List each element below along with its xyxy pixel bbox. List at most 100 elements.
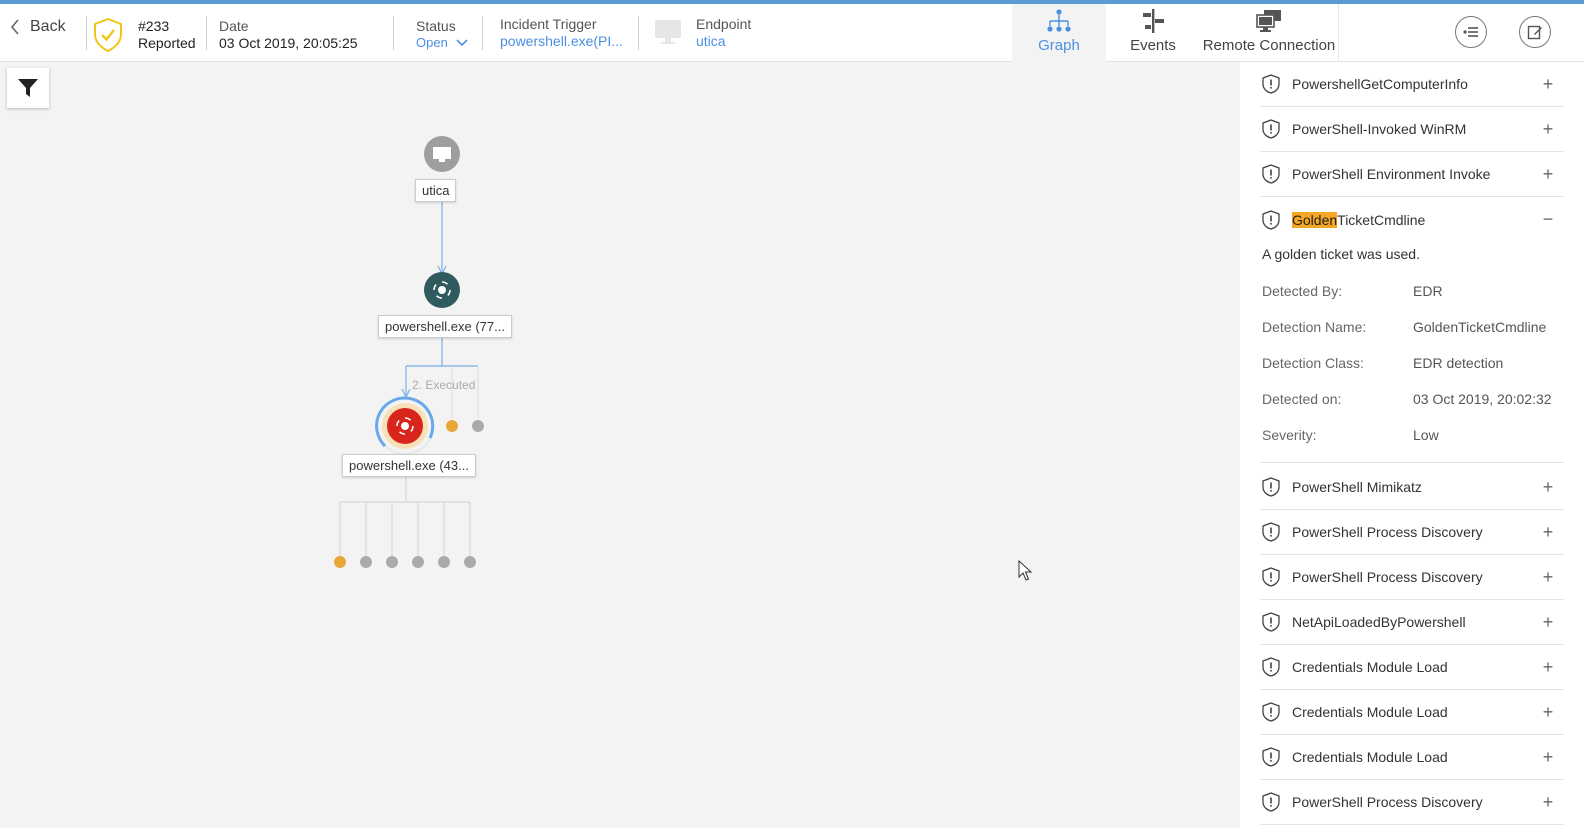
detection-item[interactable]: PowerShell Mimikatz + xyxy=(1260,465,1564,510)
process-graph[interactable]: utica powershell.exe (77... 2. Executed … xyxy=(0,62,1240,828)
detection-name: Credentials Module Load xyxy=(1292,704,1448,720)
detection-name: Credentials Module Load xyxy=(1292,749,1448,765)
back-button[interactable]: Back xyxy=(10,18,66,36)
alert-process-node[interactable] xyxy=(375,396,435,455)
event-dot-gray[interactable] xyxy=(360,556,372,568)
detection-item[interactable]: PowerShell-Invoked WinRM + xyxy=(1260,107,1564,152)
detail-value: GoldenTicketCmdline xyxy=(1413,319,1547,335)
header-divider xyxy=(86,16,87,50)
filter-button[interactable] xyxy=(7,68,49,108)
expand-toggle[interactable]: + xyxy=(1538,657,1558,678)
detection-item[interactable]: PowershellGetComputerInfo + xyxy=(1260,62,1564,107)
expand-toggle[interactable]: + xyxy=(1538,567,1558,588)
expand-toggle[interactable]: + xyxy=(1538,522,1558,543)
detail-row: Detected on: 03 Oct 2019, 20:02:32 xyxy=(1262,391,1552,407)
parent-process-node[interactable] xyxy=(424,272,460,308)
status-dropdown[interactable]: Open xyxy=(416,35,468,50)
incident-state: Reported xyxy=(138,35,196,51)
expand-toggle[interactable]: + xyxy=(1538,164,1558,185)
header-divider xyxy=(482,16,483,50)
alert-shield-icon xyxy=(1262,792,1280,812)
detail-row: Detected By: EDR xyxy=(1262,283,1443,299)
detail-row: Severity: Low xyxy=(1262,427,1439,443)
alert-shield-icon xyxy=(1262,657,1280,677)
detection-item[interactable]: NetApiLoadedByPowershell + xyxy=(1260,600,1564,645)
detection-item[interactable]: PowerShell Environment Invoke + xyxy=(1260,152,1564,197)
alert-shield-icon xyxy=(1262,164,1280,184)
detection-name: PowerShell Mimikatz xyxy=(1292,479,1422,495)
expand-toggle[interactable]: + xyxy=(1538,747,1558,768)
detail-key: Severity: xyxy=(1262,427,1317,443)
event-dot-gray[interactable] xyxy=(472,420,484,432)
expand-toggle[interactable]: + xyxy=(1538,612,1558,633)
date-label: Date xyxy=(219,18,249,34)
alert-shield-icon xyxy=(1262,567,1280,587)
tab-graph-label: Graph xyxy=(1038,37,1080,54)
edit-note-icon xyxy=(1527,25,1542,40)
parent-process-label: powershell.exe (77... xyxy=(378,315,512,338)
detail-value: 03 Oct 2019, 20:02:32 xyxy=(1413,391,1552,407)
endpoint-block: Endpoint utica xyxy=(696,16,751,50)
endpoint-link[interactable]: utica xyxy=(696,33,751,50)
header-divider xyxy=(638,16,639,50)
expand-toggle[interactable]: + xyxy=(1538,702,1558,723)
chevron-down-icon xyxy=(456,38,468,46)
back-label: Back xyxy=(30,18,66,35)
edit-button[interactable] xyxy=(1519,16,1551,48)
header-divider xyxy=(1338,4,1339,62)
event-dot-gray[interactable] xyxy=(464,556,476,568)
header-divider xyxy=(393,16,394,50)
detail-value: EDR xyxy=(1413,283,1443,299)
detail-key: Detection Name: xyxy=(1262,319,1367,335)
alert-shield-icon xyxy=(1262,477,1280,497)
event-dot-orange[interactable] xyxy=(334,556,346,568)
shield-check-icon xyxy=(94,17,122,57)
event-dot-gray[interactable] xyxy=(438,556,450,568)
tab-remote-connection[interactable]: Remote Connection xyxy=(1200,4,1338,62)
tab-events[interactable]: Events xyxy=(1106,4,1200,62)
chevron-left-icon xyxy=(10,19,19,35)
detection-item[interactable]: PowerShell Process Discovery + xyxy=(1260,510,1564,555)
tab-remote-label: Remote Connection xyxy=(1202,37,1336,54)
detection-item[interactable]: Credentials Module Load + xyxy=(1260,645,1564,690)
incident-id: #233 xyxy=(138,18,170,34)
alert-shield-icon xyxy=(1262,747,1280,767)
detection-item[interactable]: PowerShell Process Discovery + xyxy=(1260,780,1564,825)
status-value: Open xyxy=(416,35,448,50)
detail-row: Detection Class: EDR detection xyxy=(1262,355,1503,371)
detail-key: Detected By: xyxy=(1262,283,1343,299)
alert-shield-icon xyxy=(1262,119,1280,139)
detection-item-expanded[interactable]: GoldenTicketCmdline − xyxy=(1260,197,1564,242)
event-dot-gray[interactable] xyxy=(386,556,398,568)
endpoint-node[interactable] xyxy=(424,136,460,172)
expand-toggle[interactable]: + xyxy=(1538,792,1558,813)
expand-toggle[interactable]: + xyxy=(1538,74,1558,95)
event-dot-orange[interactable] xyxy=(446,420,458,432)
collapse-toggle[interactable]: − xyxy=(1538,209,1558,230)
detection-name: NetApiLoadedByPowershell xyxy=(1292,614,1466,630)
detection-name-rest: TicketCmdline xyxy=(1337,211,1426,228)
edge-executed-label: 2. Executed xyxy=(412,378,476,392)
incident-header: Back #233 Reported Date 03 Oct 2019, 20:… xyxy=(0,4,1584,62)
alert-shield-icon xyxy=(1262,209,1280,230)
trigger-label: Incident Trigger xyxy=(500,16,597,32)
trigger-link[interactable]: powershell.exe(PI... xyxy=(500,33,623,50)
monitor-icon xyxy=(654,18,682,51)
header-divider xyxy=(206,16,207,50)
details-list-button[interactable] xyxy=(1455,16,1487,48)
endpoint-node-label: utica xyxy=(415,179,457,202)
expand-toggle[interactable]: + xyxy=(1538,477,1558,498)
detection-item[interactable]: Credentials Module Load + xyxy=(1260,735,1564,780)
alert-shield-icon xyxy=(1262,522,1280,542)
detection-item[interactable]: Credentials Module Load + xyxy=(1260,690,1564,735)
alert-shield-icon xyxy=(1262,74,1280,94)
tab-graph[interactable]: Graph xyxy=(1012,4,1106,62)
expand-toggle[interactable]: + xyxy=(1538,119,1558,140)
alert-shield-icon xyxy=(1262,702,1280,722)
event-dot-gray[interactable] xyxy=(412,556,424,568)
trigger-block: Incident Trigger powershell.exe(PI... xyxy=(500,16,623,50)
mouse-pointer-icon xyxy=(1018,559,1033,587)
detection-item[interactable]: PowerShell Process Discovery + xyxy=(1260,555,1564,600)
detail-value: EDR detection xyxy=(1413,355,1504,371)
date-value: 03 Oct 2019, 20:05:25 xyxy=(219,35,358,51)
